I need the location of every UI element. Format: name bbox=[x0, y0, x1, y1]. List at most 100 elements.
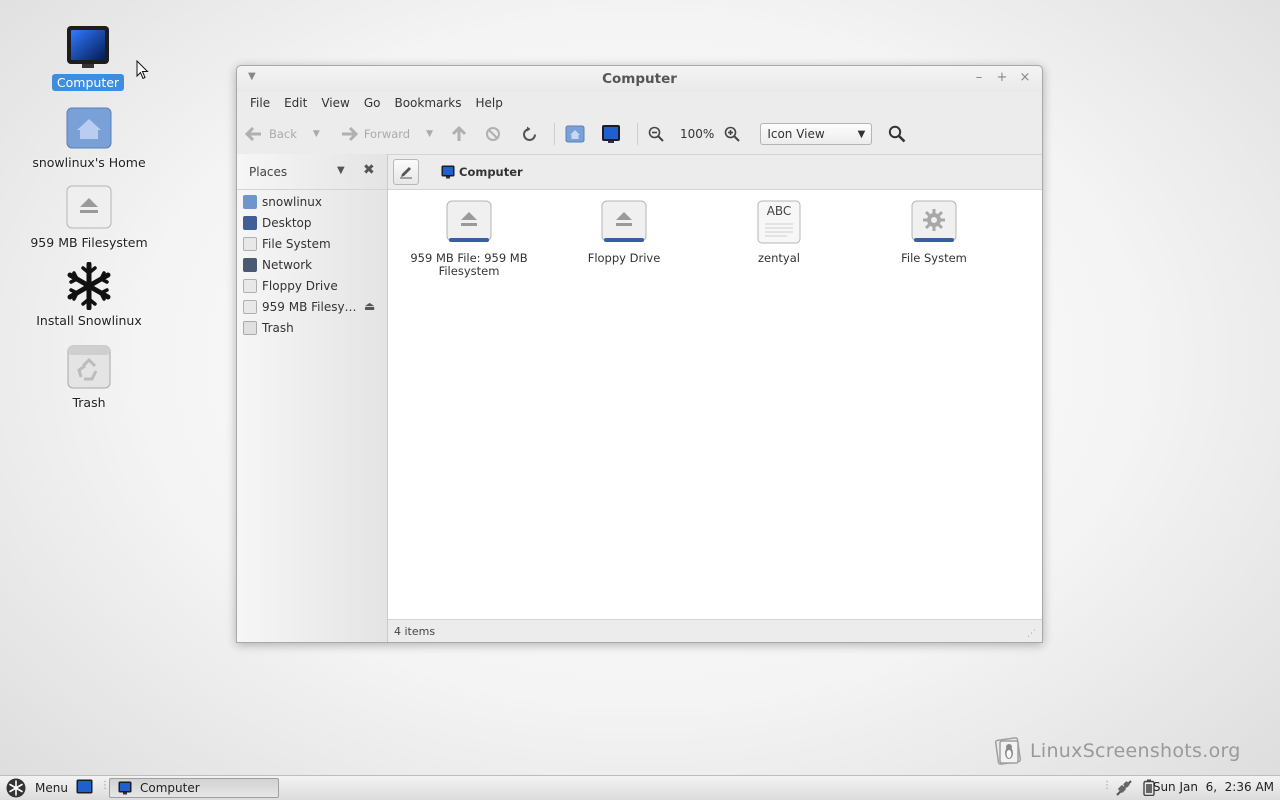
window-title: Computer bbox=[602, 71, 677, 87]
computer-button[interactable] bbox=[601, 124, 621, 144]
forward-history-dropdown[interactable]: ▼ bbox=[426, 129, 433, 139]
toggle-location-entry-button[interactable] bbox=[393, 158, 419, 185]
sidebar-item-959mb[interactable]: 959 MB Filesy… ⏏ bbox=[237, 296, 387, 317]
reload-icon bbox=[523, 126, 537, 141]
sidebar-item-trash[interactable]: Trash bbox=[237, 317, 387, 338]
desktop-icon-computer[interactable]: Computer bbox=[13, 24, 163, 91]
menu-file[interactable]: File bbox=[243, 96, 277, 110]
sidebar-item-label: Trash bbox=[262, 320, 294, 335]
file-label: zentyal bbox=[758, 251, 800, 265]
icon-view[interactable]: 959 MB File: 959 MB Filesystem Floppy Dr… bbox=[388, 190, 1042, 620]
optical-disc-icon: ABC bbox=[757, 200, 801, 244]
arrow-up-icon bbox=[451, 126, 467, 141]
sidebar-item-network[interactable]: Network bbox=[237, 254, 387, 275]
removable-drive-icon bbox=[66, 185, 112, 229]
clock[interactable]: Sun Jan 6, 2:36 AM bbox=[1153, 780, 1274, 794]
resize-grip-icon[interactable]: ⋰ bbox=[1027, 629, 1036, 639]
desktop-icon-filesystem[interactable]: 959 MB Filesystem bbox=[14, 184, 164, 251]
zoom-in-icon bbox=[725, 126, 741, 142]
sidebar-item-label: 959 MB Filesy… bbox=[262, 299, 357, 314]
desktop-icon-label: 959 MB Filesystem bbox=[30, 235, 148, 250]
toolbar-separator bbox=[554, 123, 556, 145]
search-button[interactable] bbox=[888, 125, 906, 143]
file-item[interactable]: File System bbox=[859, 200, 1009, 265]
filesystem-icon bbox=[911, 200, 957, 242]
desktop-icon-label: Install Snowlinux bbox=[36, 313, 142, 328]
toolbar: Back ▼ Forward ▼ 100% Icon View ▼ bbox=[237, 114, 1042, 155]
floppy-icon bbox=[601, 200, 647, 242]
stop-button[interactable] bbox=[485, 126, 501, 142]
home-folder-icon bbox=[243, 194, 257, 209]
computer-icon bbox=[76, 779, 93, 794]
menu-go[interactable]: Go bbox=[357, 96, 388, 110]
search-icon bbox=[889, 125, 906, 143]
menu-edit[interactable]: Edit bbox=[277, 96, 314, 110]
back-history-dropdown[interactable]: ▼ bbox=[313, 129, 320, 139]
sidebar-item-snowlinux[interactable]: snowlinux bbox=[237, 191, 387, 212]
sidebar-item-floppy[interactable]: Floppy Drive bbox=[237, 275, 387, 296]
home-folder-icon bbox=[66, 107, 112, 149]
desktop-icon-install[interactable]: Install Snowlinux bbox=[14, 262, 164, 329]
chevron-down-icon: ▼ bbox=[857, 128, 866, 140]
reload-button[interactable] bbox=[521, 126, 538, 143]
desktop-icon-label: snowlinux's Home bbox=[32, 155, 146, 170]
network-icon bbox=[243, 257, 257, 272]
sidebar-close-icon[interactable]: ✖ bbox=[363, 162, 375, 178]
desktop-icon bbox=[243, 215, 257, 230]
snowflake-icon bbox=[6, 778, 26, 798]
breadcrumb[interactable]: Computer bbox=[441, 165, 523, 179]
menu-bookmarks[interactable]: Bookmarks bbox=[387, 96, 468, 110]
forward-label: Forward bbox=[363, 127, 411, 141]
computer-icon bbox=[602, 125, 621, 143]
floppy-icon bbox=[243, 278, 257, 293]
zoom-out-icon bbox=[648, 126, 664, 142]
maximize-button[interactable]: + bbox=[994, 70, 1010, 85]
sidebar-item-label: Desktop bbox=[262, 215, 312, 230]
back-label: Back bbox=[269, 127, 297, 141]
back-button[interactable]: Back bbox=[245, 126, 297, 142]
view-mode-value: Icon View bbox=[767, 127, 825, 141]
sidebar-item-desktop[interactable]: Desktop bbox=[237, 212, 387, 233]
sidebar-item-filesystem[interactable]: File System bbox=[237, 233, 387, 254]
file-item[interactable]: Floppy Drive bbox=[549, 200, 699, 265]
menu-help[interactable]: Help bbox=[469, 96, 510, 110]
computer-icon bbox=[441, 165, 455, 178]
file-item[interactable]: ABC zentyal bbox=[704, 200, 854, 265]
home-button[interactable] bbox=[565, 124, 585, 144]
sidebar-item-label: snowlinux bbox=[262, 194, 322, 209]
desktop-icon-trash[interactable]: Trash bbox=[14, 344, 164, 411]
file-manager-window: ▼ Computer – + × File Edit View Go Bookm… bbox=[236, 65, 1043, 643]
zoom-in-button[interactable] bbox=[724, 126, 741, 142]
forward-button[interactable]: Forward bbox=[340, 126, 410, 142]
watermark-text: LinuxScreenshots.org bbox=[1030, 740, 1241, 762]
penguin-logo-icon bbox=[994, 737, 1022, 765]
sidebar-title: Places bbox=[249, 164, 288, 179]
toolbar-separator bbox=[637, 123, 639, 145]
pencil-icon bbox=[400, 166, 412, 178]
minimize-button[interactable]: – bbox=[971, 70, 987, 85]
menu-button[interactable]: Menu bbox=[6, 778, 68, 798]
menu-view[interactable]: View bbox=[314, 96, 356, 110]
sidebar-mode-dropdown[interactable]: ▼ bbox=[337, 165, 345, 176]
network-disconnected-icon[interactable] bbox=[1115, 779, 1133, 797]
zoom-out-button[interactable] bbox=[648, 126, 664, 142]
watermark: LinuxScreenshots.org bbox=[992, 735, 1241, 767]
close-button[interactable]: × bbox=[1017, 70, 1033, 85]
panel-handle-icon: ⋮ bbox=[1102, 780, 1112, 791]
menubar: File Edit View Go Bookmarks Help bbox=[237, 92, 1042, 114]
status-text: 4 items bbox=[394, 624, 436, 638]
eject-icon[interactable]: ⏏ bbox=[364, 299, 375, 313]
sidebar-item-label: File System bbox=[262, 236, 331, 251]
computer-icon bbox=[67, 26, 109, 68]
sidebar-item-label: Network bbox=[262, 257, 313, 272]
view-mode-select[interactable]: Icon View ▼ bbox=[760, 123, 873, 145]
zoom-level: 100% bbox=[680, 127, 715, 141]
sidebar-header: Places ▼ ✖ bbox=[237, 154, 387, 190]
file-item[interactable]: 959 MB File: 959 MB Filesystem bbox=[394, 200, 544, 278]
show-desktop-button[interactable] bbox=[76, 779, 93, 799]
window-titlebar[interactable]: ▼ Computer – + × bbox=[237, 66, 1042, 92]
up-button[interactable] bbox=[451, 126, 467, 142]
taskbar-item-computer[interactable]: Computer bbox=[109, 778, 279, 798]
status-bar: 4 items ⋰ bbox=[388, 619, 1042, 642]
desktop-icon-home[interactable]: snowlinux's Home bbox=[14, 104, 164, 171]
